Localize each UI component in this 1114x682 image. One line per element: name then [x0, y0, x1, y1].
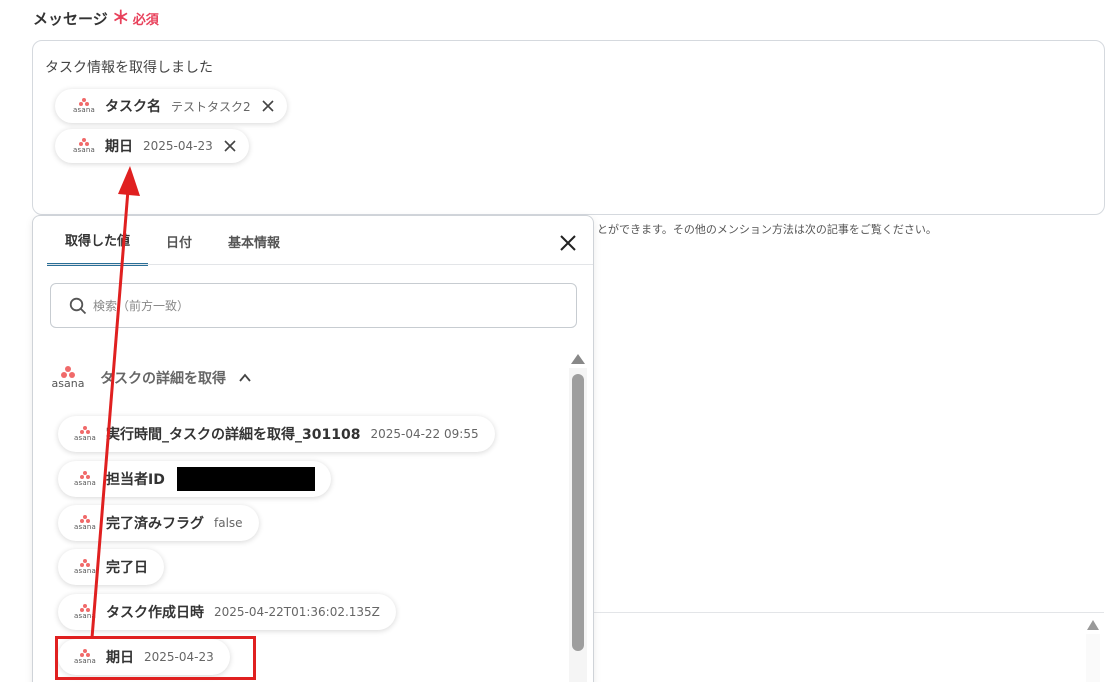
group-header-task-details[interactable]: asana タスクの詳細を取得 — [50, 366, 252, 390]
value-item-completed-date[interactable]: asana 完了日 — [58, 549, 164, 585]
asana-logo-icon: asana — [50, 366, 86, 390]
editor-divider — [594, 612, 1104, 613]
tab-basic-info[interactable]: 基本情報 — [210, 216, 298, 266]
asana-logo-text: asana — [74, 523, 96, 531]
message-text: タスク情報を取得しました — [45, 60, 213, 76]
scroll-up-arrow-icon[interactable] — [571, 354, 585, 364]
popup-scrollbar-thumb[interactable] — [572, 374, 584, 651]
chip-label: 期日 — [105, 139, 133, 155]
item-value: false — [214, 516, 243, 530]
asana-logo-icon: asana — [73, 138, 95, 154]
search-input[interactable] — [93, 298, 533, 313]
message-field-label: メッセージ ＊ 必須 — [33, 8, 159, 29]
required-indicator: ＊ 必須 — [112, 9, 159, 28]
asana-logo-icon: asana — [74, 471, 96, 487]
tabs-divider — [47, 264, 593, 265]
item-label: タスク作成日時 — [106, 605, 204, 621]
mention-chip-due-date[interactable]: asana 期日 2025-04-23 — [55, 129, 249, 163]
asana-logo-text: asana — [74, 434, 96, 442]
search-icon — [69, 297, 87, 314]
value-item-assignee-id[interactable]: asana 担当者ID — [58, 461, 331, 497]
item-label: 担当者ID — [106, 472, 165, 488]
scroll-up-arrow-icon[interactable] — [1087, 620, 1099, 630]
value-item-execution-time[interactable]: asana 実行時間_タスクの詳細を取得_301108 2025-04-22 0… — [58, 416, 495, 452]
required-star: ＊ — [111, 7, 130, 29]
message-textarea[interactable]: タスク情報を取得しました — [32, 40, 1105, 215]
chevron-up-icon[interactable] — [238, 371, 252, 385]
asana-logo-icon: asana — [74, 515, 96, 531]
tab-acquired-values[interactable]: 取得した値 — [47, 216, 149, 266]
close-icon[interactable] — [261, 99, 275, 113]
asana-logo-text: asana — [74, 479, 96, 487]
tab-date[interactable]: 日付 — [148, 216, 210, 266]
asana-logo-text: asana — [73, 146, 95, 154]
chip-value: 2025-04-23 — [143, 139, 213, 153]
search-box[interactable] — [50, 283, 577, 328]
chip-label: タスク名 — [105, 99, 161, 115]
popup-tabs: 取得した値 日付 基本情報 — [47, 216, 298, 266]
redacted-value — [176, 467, 315, 491]
asana-logo-icon: asana — [74, 604, 96, 620]
chip-value: テストタスク2 — [171, 99, 251, 114]
field-label-text: メッセージ — [33, 10, 108, 28]
required-text: 必須 — [132, 13, 159, 28]
helper-text: とができます。その他のメンション方法は次の記事をご覧ください。 — [597, 223, 937, 236]
item-label: 完了日 — [106, 560, 148, 576]
asana-logo-icon: asana — [74, 426, 96, 442]
mention-chip-task-name[interactable]: asana タスク名 テストタスク2 — [55, 89, 287, 123]
asana-logo-text: asana — [74, 612, 96, 620]
asana-logo-text: asana — [51, 377, 85, 390]
asana-logo-text: asana — [73, 106, 95, 114]
asana-logo-text: asana — [74, 567, 96, 575]
value-item-completed-flag[interactable]: asana 完了済みフラグ false — [58, 505, 259, 541]
editor-scrollbar[interactable] — [1086, 634, 1100, 682]
item-value: 2025-04-22 09:55 — [370, 427, 479, 441]
item-label: 実行時間_タスクの詳細を取得_301108 — [106, 427, 361, 443]
item-label: 完了済みフラグ — [106, 516, 204, 532]
asana-logo-icon: asana — [73, 98, 95, 114]
group-title: タスクの詳細を取得 — [100, 371, 226, 387]
annotation-highlight-box — [55, 636, 256, 680]
close-icon[interactable] — [223, 139, 237, 153]
asana-logo-icon: asana — [74, 559, 96, 575]
item-value: 2025-04-22T01:36:02.135Z — [214, 605, 380, 619]
close-icon[interactable] — [558, 233, 578, 253]
value-item-task-created-at[interactable]: asana タスク作成日時 2025-04-22T01:36:02.135Z — [58, 594, 396, 630]
